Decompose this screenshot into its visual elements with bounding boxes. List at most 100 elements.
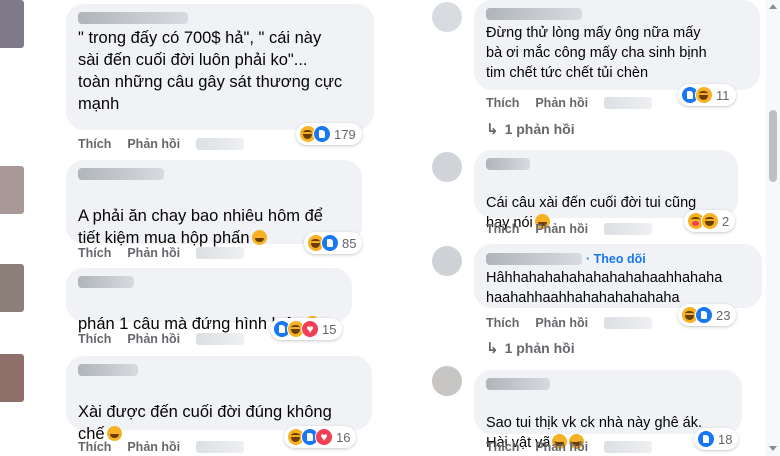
view-replies-link[interactable]: ↳ 1 phản hồi xyxy=(486,120,575,138)
like-button[interactable]: Thích xyxy=(78,440,111,454)
reaction-summary[interactable]: 16 xyxy=(284,426,357,448)
reaction-summary[interactable]: 15 xyxy=(270,318,343,340)
reaction-count: 85 xyxy=(342,235,357,251)
comment-bubble: Đừng thử lòng mấy ông nữa mấy bà ơi mắc … xyxy=(474,0,760,90)
reply-button[interactable]: Phản hồi xyxy=(535,96,588,110)
reaction-icons xyxy=(299,125,331,143)
comment-actions: Thích Phản hồi xyxy=(486,440,653,454)
scroll-up-icon[interactable] xyxy=(769,4,777,9)
avatar[interactable] xyxy=(0,264,24,312)
laughing-emoji-icon xyxy=(251,230,267,245)
commenter-name[interactable] xyxy=(78,276,134,288)
replies-count: 1 phản hồi xyxy=(504,121,575,137)
commenter-name[interactable] xyxy=(78,12,188,24)
avatar[interactable] xyxy=(432,246,462,276)
like-button[interactable]: Thích xyxy=(78,246,111,260)
reply-arrow-icon: ↳ xyxy=(486,121,499,138)
timestamp[interactable] xyxy=(196,441,245,453)
like-button[interactable]: Thích xyxy=(486,316,519,330)
reaction-icons xyxy=(681,306,713,324)
comment-actions: Thích Phản hồi xyxy=(78,137,245,151)
commenter-name[interactable] xyxy=(486,158,530,170)
reaction-summary[interactable]: 85 xyxy=(304,232,363,254)
comment-actions: Thích Phản hồi xyxy=(486,316,653,330)
reply-arrow-icon: ↳ xyxy=(486,340,499,357)
follow-button[interactable]: · Theo dõi xyxy=(586,252,646,266)
comment-actions: Thích Phản hồi xyxy=(486,222,653,236)
reaction-icons xyxy=(681,86,713,104)
reaction-count: 23 xyxy=(716,307,731,323)
like-button[interactable]: Thích xyxy=(486,96,519,110)
love-icon xyxy=(315,428,333,446)
like-icon xyxy=(695,306,713,324)
timestamp[interactable] xyxy=(604,223,653,235)
comment-actions: Thích Phản hồi xyxy=(486,96,653,110)
comment-actions: Thích Phản hồi xyxy=(78,246,245,260)
comment-bubble: " trong đấy có 700$ hả", " cái này sài đ… xyxy=(66,4,374,130)
reply-button[interactable]: Phản hồi xyxy=(127,332,180,346)
reaction-icons xyxy=(687,212,719,230)
left-comment-column: " trong đấy có 700$ hả", " cái này sài đ… xyxy=(0,0,390,456)
commenter-name[interactable] xyxy=(486,378,550,390)
like-button[interactable]: Thích xyxy=(486,440,519,454)
avatar[interactable] xyxy=(432,366,462,396)
avatar[interactable] xyxy=(432,152,462,182)
timestamp[interactable] xyxy=(604,317,653,329)
like-button[interactable]: Thích xyxy=(486,222,519,236)
haha-icon xyxy=(695,86,713,104)
reaction-summary[interactable]: 23 xyxy=(678,304,737,326)
timestamp[interactable] xyxy=(196,247,245,259)
comment-text: Hâhhahahahahahahahahaahhahaha haahahhaah… xyxy=(486,270,723,306)
reply-button[interactable]: Phản hồi xyxy=(127,440,180,454)
love-icon xyxy=(301,320,319,338)
rofl-emoji-icon xyxy=(106,426,122,441)
comment-actions: Thích Phản hồi xyxy=(78,440,245,454)
commenter-name[interactable] xyxy=(78,364,138,376)
comment-text: A phải ăn chay bao nhiêu hôm để tiết kiệ… xyxy=(78,207,323,247)
avatar[interactable] xyxy=(0,166,24,214)
scroll-down-icon[interactable] xyxy=(769,446,777,451)
commenter-name[interactable] xyxy=(78,168,164,180)
reaction-icons xyxy=(697,430,715,448)
like-icon xyxy=(697,430,715,448)
reply-button[interactable]: Phản hồi xyxy=(127,246,180,260)
comment-bubble: Sao tui thịk vk ck nhà này ghê ák. Hài v… xyxy=(474,370,742,451)
reaction-icons xyxy=(287,428,333,446)
reaction-count: 179 xyxy=(334,126,356,142)
reaction-count: 16 xyxy=(336,429,351,445)
reaction-summary[interactable]: 2 xyxy=(684,210,736,232)
commenter-name[interactable] xyxy=(486,8,582,20)
reaction-count: 11 xyxy=(716,87,730,103)
timestamp[interactable] xyxy=(604,441,653,453)
reply-button[interactable]: Phản hồi xyxy=(535,316,588,330)
scroll-thumb[interactable] xyxy=(769,110,777,182)
timestamp[interactable] xyxy=(196,138,245,150)
reply-button[interactable]: Phản hồi xyxy=(127,137,180,151)
timestamp[interactable] xyxy=(604,97,653,109)
comment-text: Đừng thử lòng mấy ông nữa mấy bà ơi mắc … xyxy=(486,25,707,81)
avatar[interactable] xyxy=(432,2,462,32)
view-replies-link[interactable]: ↳ 1 phản hồi xyxy=(486,339,575,357)
avatar[interactable] xyxy=(0,354,24,402)
scrollbar[interactable] xyxy=(766,0,780,456)
like-button[interactable]: Thích xyxy=(78,332,111,346)
timestamp[interactable] xyxy=(196,333,245,345)
comment-bubble: · Theo dõi Hâhhahahahahahahahahaahhahaha… xyxy=(474,244,762,308)
reaction-summary[interactable]: 18 xyxy=(694,428,739,450)
commenter-name[interactable] xyxy=(486,253,582,265)
avatar[interactable] xyxy=(0,0,24,48)
comment-bubble: Xài được đến cuối đời đúng không chế xyxy=(66,356,372,443)
comment-header: · Theo dõi xyxy=(486,252,750,266)
like-button[interactable]: Thích xyxy=(78,137,111,151)
like-icon xyxy=(313,125,331,143)
replies-count: 1 phản hồi xyxy=(504,340,575,356)
reply-button[interactable]: Phản hồi xyxy=(535,222,588,236)
comment-text: " trong đấy có 700$ hả", " cái này sài đ… xyxy=(78,29,343,113)
reaction-summary[interactable]: 179 xyxy=(296,123,362,145)
reaction-summary[interactable]: 11 xyxy=(678,84,736,106)
comment-text: phán 1 câu mà đứng hình luôn xyxy=(78,315,303,333)
haha-icon xyxy=(701,212,719,230)
reaction-count: 15 xyxy=(322,321,337,337)
reply-button[interactable]: Phản hồi xyxy=(535,440,588,454)
comment-actions: Thích Phản hồi xyxy=(78,332,245,346)
